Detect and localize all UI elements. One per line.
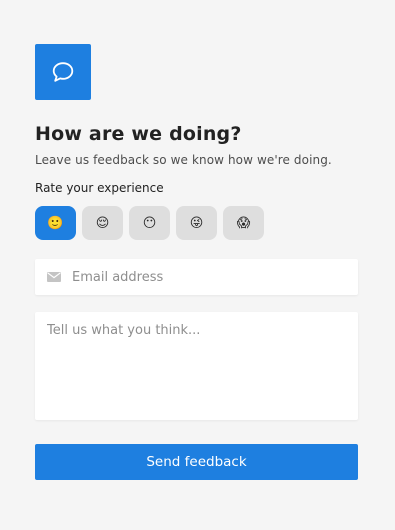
email-input[interactable] [72,269,332,285]
page-subtitle: Leave us feedback so we know how we're d… [35,153,332,167]
rating-option-5[interactable]: 😱 [223,206,264,240]
envelope-icon [47,272,61,282]
rating-option-1[interactable]: 🙂 [35,206,76,240]
slightly-smiling-face-icon: 🙂 [47,215,64,231]
send-feedback-button[interactable]: Send feedback [35,444,358,480]
screaming-face-icon: 😱 [236,215,251,231]
rating-options: 🙂 😌 😶 😜 😱 [35,206,359,240]
rating-option-3[interactable]: 😶 [129,206,170,240]
rating-label: Rate your experience [35,181,164,195]
logo-badge [35,44,91,100]
relieved-face-icon: 😌 [95,215,110,231]
send-feedback-label: Send feedback [146,454,247,470]
email-field [35,259,358,295]
feedback-card: How are we doing? Leave us feedback so w… [0,0,395,530]
neutral-face-icon: 😶 [142,215,157,231]
rating-option-4[interactable]: 😜 [176,206,217,240]
page-title: How are we doing? [35,123,242,145]
chat-bubble-icon [52,62,74,82]
rating-option-2[interactable]: 😌 [82,206,123,240]
winking-tongue-face-icon: 😜 [189,215,204,231]
message-field [35,312,358,420]
message-textarea[interactable] [47,323,346,409]
